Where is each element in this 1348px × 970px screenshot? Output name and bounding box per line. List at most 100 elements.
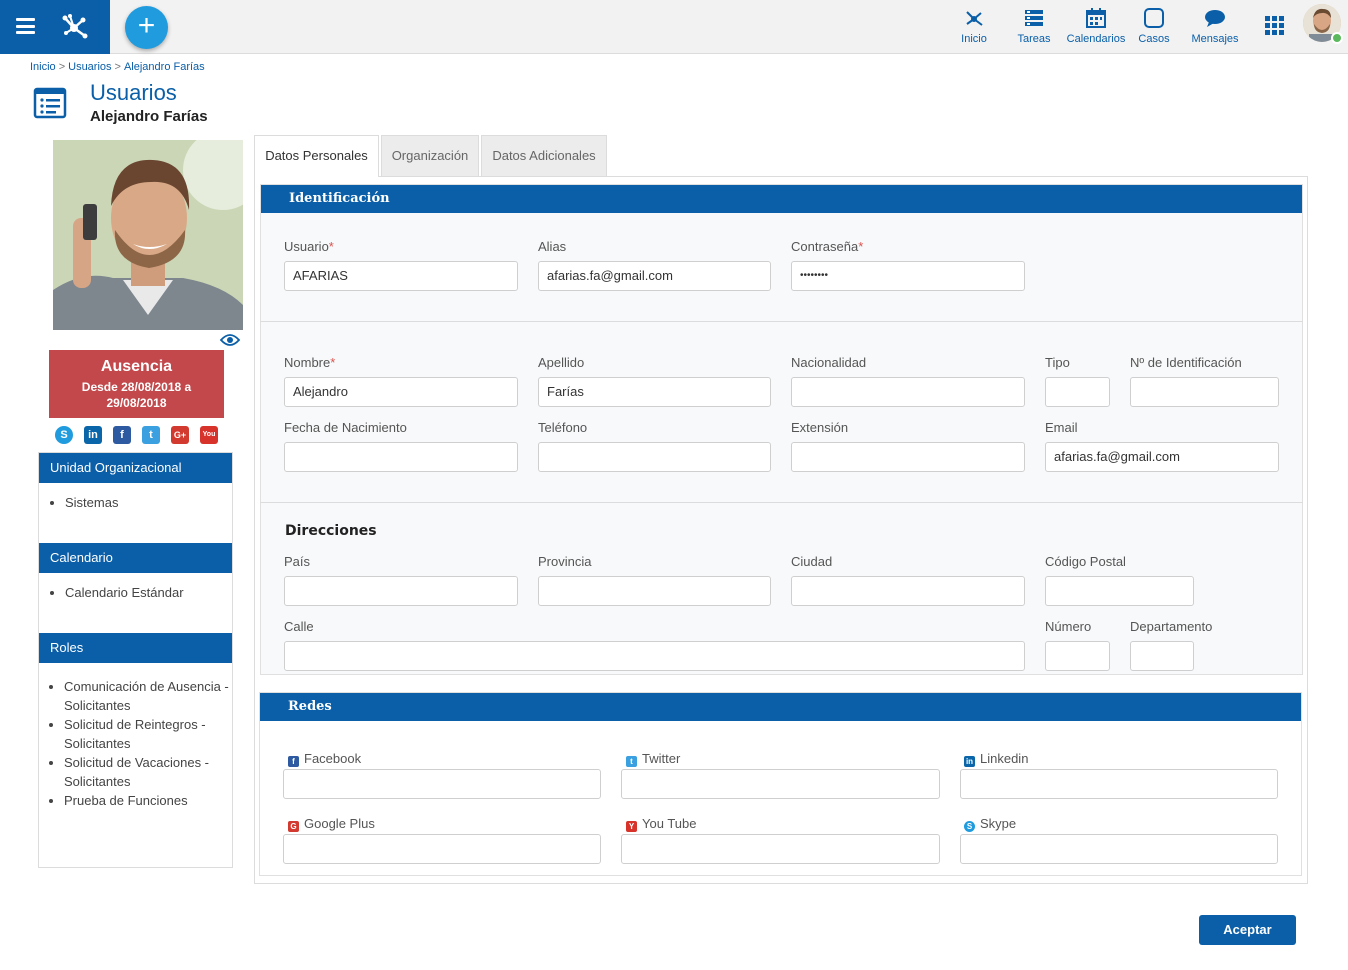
- provincia-input[interactable]: [538, 576, 771, 606]
- tipo-label: Tipo: [1045, 355, 1070, 370]
- breadcrumb-separator: >: [58, 61, 66, 73]
- calle-input[interactable]: [284, 641, 1025, 671]
- breadcrumb-separator: >: [114, 61, 121, 73]
- pais-input[interactable]: [284, 576, 518, 606]
- top-bar: + Inicio Tareas Calendarios Casos Mensaj…: [0, 0, 1348, 54]
- nav-calendarios-label: Calendarios: [1066, 33, 1126, 45]
- facebook-icon[interactable]: f: [113, 426, 131, 444]
- tab-datos-personales[interactable]: Datos Personales: [254, 135, 379, 177]
- breadcrumb-inicio[interactable]: Inicio: [30, 61, 56, 73]
- menu-icon[interactable]: [16, 18, 35, 34]
- redes-header: Redes: [260, 693, 1301, 721]
- calendario-body: Calendario Estándar: [39, 573, 232, 633]
- telefono-label: Teléfono: [538, 420, 588, 435]
- linkedin-icon[interactable]: in: [84, 426, 102, 444]
- roles-header: Roles: [39, 633, 232, 663]
- user-photo-image: [53, 140, 243, 330]
- linkedin-input[interactable]: [960, 769, 1278, 799]
- fecha-nacimiento-input[interactable]: [284, 442, 518, 472]
- nombre-input[interactable]: Alejandro: [284, 377, 518, 407]
- breadcrumb-usuarios[interactable]: Usuarios: [68, 61, 111, 73]
- absence-title: Ausencia: [100, 358, 173, 375]
- tipo-input[interactable]: [1045, 377, 1110, 407]
- alias-input[interactable]: afarias.fa@gmail.com: [538, 261, 771, 291]
- twitter-icon: t: [626, 756, 637, 767]
- provincia-label: Provincia: [538, 554, 592, 569]
- facebook-input[interactable]: [283, 769, 601, 799]
- facebook-label: f Facebook: [288, 751, 361, 767]
- ciudad-label: Ciudad: [791, 554, 833, 569]
- list-item: Sistemas: [65, 493, 232, 512]
- nacionalidad-label: Nacionalidad: [791, 355, 867, 370]
- nro-identificacion-input[interactable]: [1130, 377, 1279, 407]
- online-status-dot: [1331, 32, 1343, 44]
- nombre-label: Nombre*: [284, 355, 336, 370]
- logo-icon[interactable]: [56, 8, 92, 44]
- pais-label: País: [284, 554, 311, 569]
- user-info-panel: Unidad Organizacional Sistemas Calendari…: [38, 452, 233, 868]
- nacionalidad-input[interactable]: [791, 377, 1025, 407]
- list-item: Solicitud de Vacaciones -Solicitantes: [64, 753, 232, 791]
- nav-casos-label: Casos: [1138, 33, 1170, 45]
- nav-inicio[interactable]: Inicio: [958, 6, 990, 45]
- user-photo: [53, 140, 243, 330]
- usuario-label: Usuario*: [284, 239, 334, 254]
- usuario-input[interactable]: AFARIAS: [284, 261, 518, 291]
- calle-label: Calle: [284, 619, 314, 634]
- youtube-icon[interactable]: You: [200, 426, 218, 444]
- chat-icon: [1205, 10, 1225, 27]
- email-field[interactable]: afarias.fa@gmail.com: [1045, 442, 1279, 472]
- apellido-label: Apellido: [538, 355, 585, 370]
- password-field[interactable]: ••••••••: [791, 261, 1025, 291]
- absence-badge: Ausencia Desde 28/08/2018 a 29/08/2018: [49, 350, 224, 418]
- telefono-input[interactable]: [538, 442, 771, 472]
- linkedin-label: in Linkedin: [964, 751, 1029, 767]
- nav-mensajes[interactable]: Mensajes: [1190, 6, 1240, 45]
- youtube-input[interactable]: [621, 834, 940, 864]
- page-title: Usuarios: [90, 80, 177, 105]
- eye-icon[interactable]: [220, 333, 240, 347]
- nav-mensajes-label: Mensajes: [1191, 33, 1239, 45]
- direcciones-heading: Direcciones: [285, 523, 377, 539]
- google-plus-input[interactable]: [283, 834, 601, 864]
- ciudad-input[interactable]: [791, 576, 1025, 606]
- nav-tareas[interactable]: Tareas: [1016, 6, 1052, 45]
- skype-input[interactable]: [960, 834, 1278, 864]
- facebook-icon: f: [288, 756, 299, 767]
- skype-icon[interactable]: S: [55, 426, 73, 444]
- apellido-input[interactable]: Farías: [538, 377, 771, 407]
- breadcrumb-current[interactable]: Alejandro Farías: [124, 61, 205, 73]
- apps-grid-icon[interactable]: [1265, 16, 1284, 35]
- numero-label: Número: [1045, 619, 1092, 634]
- list-item: Comunicación de Ausencia -Solicitantes: [64, 677, 232, 715]
- tasks-icon: [1025, 10, 1043, 26]
- accept-button[interactable]: Aceptar: [1199, 915, 1296, 945]
- calendario-header: Calendario: [39, 543, 232, 573]
- alias-label: Alias: [538, 239, 567, 254]
- page-subtitle: Alejandro Farías: [90, 108, 208, 125]
- extension-input[interactable]: [791, 442, 1025, 472]
- twitter-input[interactable]: [621, 769, 940, 799]
- google-plus-icon[interactable]: G+: [171, 426, 189, 444]
- skype-label: S Skype: [964, 816, 1016, 832]
- calendar-icon: [1086, 8, 1106, 28]
- twitter-label: t Twitter: [626, 751, 680, 767]
- departamento-input[interactable]: [1130, 641, 1194, 671]
- add-button[interactable]: +: [125, 6, 168, 49]
- twitter-icon[interactable]: t: [142, 426, 160, 444]
- list-item: Calendario Estándar: [65, 583, 232, 602]
- numero-input[interactable]: [1045, 641, 1110, 671]
- nav-casos[interactable]: Casos: [1137, 6, 1171, 45]
- identificacion-header: Identificación: [261, 185, 1302, 213]
- fecha-nacimiento-label: Fecha de Nacimiento: [284, 420, 407, 435]
- unidad-organizacional-body: Sistemas: [39, 483, 232, 543]
- nav-inicio-label: Inicio: [961, 33, 987, 45]
- codigo-postal-input[interactable]: [1045, 576, 1194, 606]
- skype-icon: S: [964, 821, 975, 832]
- tab-organizacion[interactable]: Organización: [381, 135, 479, 176]
- tab-datos-adicionales[interactable]: Datos Adicionales: [481, 135, 607, 176]
- nav-calendarios[interactable]: Calendarios: [1066, 6, 1126, 45]
- cases-icon: [1144, 8, 1164, 28]
- section-divider: [260, 502, 1303, 503]
- departamento-label: Departamento: [1130, 619, 1213, 634]
